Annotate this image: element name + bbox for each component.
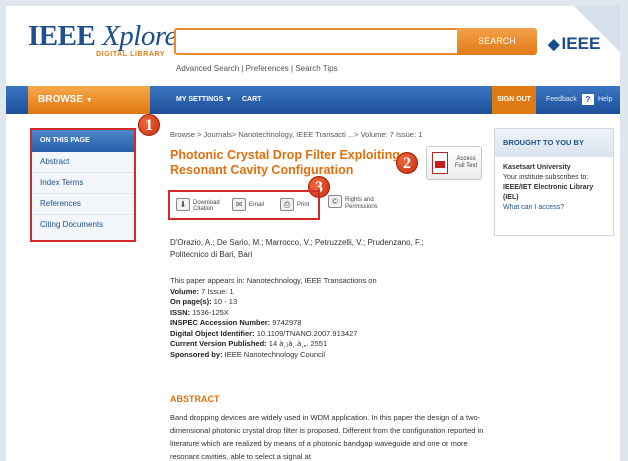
- page: IEEE Xplore® DIGITAL LIBRARY SEARCH Adva…: [6, 6, 620, 461]
- sign-out-button[interactable]: SIGN OUT: [492, 86, 536, 114]
- publication-metadata: This paper appears in: Nanotechnology, I…: [170, 276, 480, 360]
- sidebar-item-abstract[interactable]: Abstract: [32, 152, 134, 173]
- help-link[interactable]: Help: [598, 86, 612, 114]
- pages-label: On page(s):: [170, 297, 212, 306]
- annotation-marker-2: 2: [396, 152, 418, 174]
- sidebar-title: ON THIS PAGE: [32, 130, 134, 152]
- article-tools: ⬇ Download Citation ✉ Email ⎙ Print: [168, 190, 320, 220]
- pages-value: 10 - 13: [213, 297, 238, 306]
- cvp-value: 14 à¸¡à¸.à¸„. 2551: [268, 339, 328, 348]
- copyright-icon: ©: [328, 195, 342, 208]
- logo-text: IEEE: [28, 20, 96, 52]
- sponsor-value: IEEE Nanotechnology Council: [224, 349, 326, 359]
- annotation-marker-1: 1: [138, 114, 160, 136]
- ieee-xplore-logo[interactable]: IEEE Xplore® DIGITAL LIBRARY: [28, 20, 184, 58]
- issn-row: ISSN: 1536-125X: [170, 308, 480, 319]
- on-this-page-sidebar: ON THIS PAGE Abstract Index Terms Refere…: [30, 128, 136, 242]
- sidebar-item-index-terms[interactable]: Index Terms: [32, 173, 134, 194]
- feedback-link[interactable]: Feedback: [546, 86, 577, 114]
- pdf-icon: [432, 152, 448, 174]
- volume-value: 7 Issue: 1: [201, 286, 234, 296]
- sidebar-item-citing-documents[interactable]: Citing Documents: [32, 215, 134, 236]
- brought-body: Kasetsart University Your institute subs…: [495, 157, 613, 219]
- affiliation: Politecnico di Bari, Bari: [170, 250, 253, 259]
- doi-label: Digital Object Identifier:: [170, 328, 255, 338]
- search-links[interactable]: Advanced Search | Preferences | Search T…: [176, 64, 338, 73]
- ieee-brand-text: IEEE: [561, 34, 601, 53]
- abstract-heading: ABSTRACT: [170, 394, 220, 404]
- access-full-text-label: Access Full Text: [454, 156, 478, 169]
- article-title: Photonic Crystal Drop Filter Exploiting …: [170, 148, 400, 177]
- download-citation-label: Download Citation: [193, 200, 220, 212]
- chevron-down-icon: ▼: [85, 97, 93, 104]
- issn-label: ISSN:: [170, 307, 191, 317]
- print-icon: ⎙: [280, 198, 294, 211]
- browse-label: BROWSE: [38, 94, 83, 105]
- doi-row: Digital Object Identifier: 10.1109/TNANO…: [170, 329, 480, 340]
- sponsor-label: Sponsored by:: [170, 349, 223, 359]
- brought-title: BROUGHT TO YOU BY: [495, 129, 613, 157]
- brought-to-you-by-panel: BROUGHT TO YOU BY Kasetsart University Y…: [494, 128, 614, 236]
- cart-link[interactable]: CART: [242, 86, 261, 114]
- inspec-value: 9742978: [272, 318, 302, 327]
- help-icon[interactable]: ?: [582, 94, 594, 105]
- volume-row: Volume: 7 Issue: 1: [170, 287, 480, 298]
- volume-label: Volume:: [170, 286, 200, 296]
- ieee-brand-logo[interactable]: ◆ IEEE: [548, 34, 600, 54]
- access-full-text-button[interactable]: Access Full Text: [426, 146, 482, 180]
- logo-subtitle: DIGITAL LIBRARY: [96, 51, 166, 58]
- appears-in: This paper appears in: Nanotechnology, I…: [170, 276, 377, 285]
- inspec-label: INSPEC Accession Number:: [170, 318, 271, 327]
- sidebar-item-references[interactable]: References: [32, 194, 134, 215]
- email-label: Email: [249, 202, 265, 208]
- search-button[interactable]: SEARCH: [457, 28, 537, 55]
- cvp-label: Current Version Published:: [170, 339, 267, 348]
- download-icon: ⬇: [176, 198, 190, 211]
- cvp-row: Current Version Published: 14 à¸¡à¸.à¸„.…: [170, 339, 480, 350]
- rights-label: Rights and Permissions: [345, 197, 378, 210]
- doi-value: 10.1109/TNANO.2007.913427: [256, 328, 358, 338]
- what-can-i-access-link[interactable]: What can I access?: [503, 203, 605, 213]
- pages-row: On page(s): 10 - 13: [170, 297, 480, 308]
- logo-italic: Xplore: [102, 20, 177, 52]
- institution-name: Kasetsart University: [503, 164, 571, 171]
- sponsor-row: Sponsored by: IEEE Nanotechnology Counci…: [170, 350, 480, 361]
- library-name: IEEE/IET Electronic Library (IEL): [503, 184, 594, 201]
- email-icon: ✉: [232, 198, 246, 211]
- breadcrumb[interactable]: Browse > Journals> Nanotechnology, IEEE …: [170, 130, 422, 139]
- authors-block: D'Orazio, A.; De Sario, M.; Marrocco, V.…: [170, 237, 490, 261]
- subscribes-text: Your institute subscribes to:: [503, 174, 589, 181]
- issn-value: 1536-125X: [192, 307, 229, 317]
- inspec-row: INSPEC Accession Number: 9742978: [170, 318, 480, 329]
- print-label: Print: [297, 202, 310, 208]
- my-settings-menu[interactable]: MY SETTINGS ▼: [176, 86, 232, 114]
- search-input[interactable]: [174, 28, 464, 55]
- main-navbar: BROWSE ▼ MY SETTINGS ▼ CART SIGN OUT Fee…: [6, 86, 620, 114]
- abstract-text: Band dropping devices are widely used in…: [170, 413, 484, 461]
- author-list[interactable]: D'Orazio, A.; De Sario, M.; Marrocco, V.…: [170, 237, 490, 249]
- browse-menu-button[interactable]: BROWSE ▼: [28, 86, 150, 114]
- ieee-diamond-icon: ◆: [548, 36, 560, 53]
